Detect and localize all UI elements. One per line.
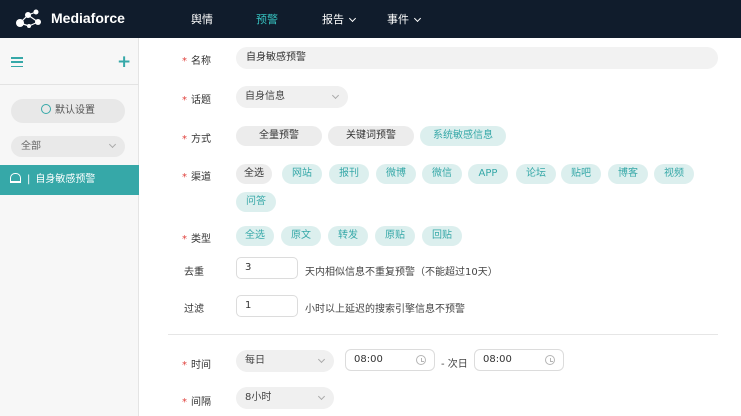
nav-item-label: 报告 <box>322 13 344 26</box>
name-label-text: 名称 <box>191 56 211 67</box>
add-icon[interactable]: + <box>117 54 131 71</box>
required-mark: * <box>182 134 187 145</box>
default-settings-label: 默认设置 <box>55 105 95 116</box>
sidebar-filter-value: 全部 <box>21 141 41 152</box>
chevron-down-icon <box>348 14 357 23</box>
sidebar-filter-select[interactable]: 全部 <box>11 136 125 157</box>
required-mark: * <box>182 95 187 106</box>
end-time-picker[interactable]: 08:00 <box>474 349 564 371</box>
type-option-repost[interactable]: 转发 <box>328 226 368 246</box>
nav-item-label: 舆情 <box>191 13 213 26</box>
end-time-value: 08:00 <box>483 354 512 365</box>
channel-option-website[interactable]: 网站 <box>282 164 322 184</box>
chevron-down-icon <box>108 140 117 149</box>
chevron-down-icon <box>317 355 326 364</box>
type-label-text: 类型 <box>191 234 211 245</box>
mediaforce-logo-icon[interactable] <box>14 8 44 30</box>
channel-option-video[interactable]: 视频 <box>654 164 694 184</box>
default-settings-button[interactable]: 默认设置 <box>11 99 125 123</box>
chevron-down-icon <box>317 392 326 401</box>
filter-label: 过滤 <box>184 304 204 315</box>
clock-icon <box>416 355 426 365</box>
nav-item-yujing[interactable]: 预警 <box>256 11 278 27</box>
method-option-system-sensitive[interactable]: 系统敏感信息 <box>420 126 506 146</box>
interval-value: 8小时 <box>245 392 272 403</box>
channel-option-forum[interactable]: 论坛 <box>516 164 556 184</box>
interval-select[interactable]: 8小时 <box>236 387 334 409</box>
required-mark: * <box>182 397 187 408</box>
type-option-original[interactable]: 原文 <box>281 226 321 246</box>
alert-settings-form: * 名称 自身敏感预警 * 话题 自身信息 * 方式 全量预警 关键词预警 系统敏感信… <box>140 38 741 416</box>
time-frequency-select[interactable]: 每日 <box>236 350 334 372</box>
chevron-down-icon <box>331 91 340 100</box>
channel-option-qa[interactable]: 问答 <box>236 192 276 212</box>
channel-option-tieba[interactable]: 贴吧 <box>561 164 601 184</box>
time-label-text: 时间 <box>191 360 211 371</box>
start-time-picker[interactable]: 08:00 <box>345 349 435 371</box>
nav-item-baogao[interactable]: 报告 <box>322 11 357 27</box>
nav-item-label: 事件 <box>387 13 409 26</box>
topic-select-value: 自身信息 <box>245 91 285 102</box>
name-input[interactable]: 自身敏感预警 <box>236 47 718 69</box>
chevron-down-icon <box>413 14 422 23</box>
dedupe-days-input[interactable]: 3 <box>236 257 298 279</box>
interval-label-text: 间隔 <box>191 397 211 408</box>
sidebar-item-label: 自身敏感预警 <box>35 174 96 185</box>
required-mark: * <box>182 234 187 245</box>
type-label: * 类型 <box>182 230 211 245</box>
method-option-full[interactable]: 全量预警 <box>236 126 322 146</box>
sidebar: + 默认设置 全部 | 自身敏感预警 <box>0 38 139 416</box>
channel-option-weibo[interactable]: 微博 <box>376 164 416 184</box>
topic-select[interactable]: 自身信息 <box>236 86 348 108</box>
nav-item-label: 预警 <box>256 13 278 26</box>
dedupe-label: 去重 <box>184 267 204 278</box>
channel-option-blog[interactable]: 博客 <box>608 164 648 184</box>
method-label-text: 方式 <box>191 134 211 145</box>
channel-option-app[interactable]: APP <box>468 164 508 184</box>
channel-option-all[interactable]: 全选 <box>236 164 272 184</box>
nav-item-yuqing[interactable]: 舆情 <box>191 11 213 27</box>
name-label: * 名称 <box>182 52 211 67</box>
required-mark: * <box>182 172 187 183</box>
channel-label: * 渠道 <box>182 168 211 183</box>
gear-icon <box>41 104 51 114</box>
hamburger-menu-icon[interactable] <box>11 57 23 68</box>
method-option-keyword[interactable]: 关键词预警 <box>328 126 414 146</box>
alarm-icon <box>10 173 21 183</box>
method-label: * 方式 <box>182 130 211 145</box>
required-mark: * <box>182 56 187 67</box>
sidebar-divider <box>0 84 139 85</box>
brand-name[interactable]: Mediaforce <box>51 10 125 26</box>
interval-label: * 间隔 <box>182 393 211 408</box>
section-divider <box>168 334 718 335</box>
separator: | <box>27 174 31 185</box>
channel-option-wechat[interactable]: 微信 <box>422 164 462 184</box>
start-time-value: 08:00 <box>354 354 383 365</box>
sidebar-item-self-sensitive-alert[interactable]: | 自身敏感预警 <box>0 165 139 195</box>
filter-hours-input[interactable]: 1 <box>236 295 298 317</box>
type-option-reply[interactable]: 回贴 <box>422 226 462 246</box>
top-navigation-bar: Mediaforce 舆情 预警 报告 事件 <box>0 0 741 38</box>
clock-icon <box>545 355 555 365</box>
filter-note: 小时以上延迟的搜索引擎信息不预警 <box>305 304 465 315</box>
required-mark: * <box>182 360 187 371</box>
time-frequency-value: 每日 <box>245 355 265 366</box>
topic-label: * 话题 <box>182 91 211 106</box>
topic-label-text: 话题 <box>191 95 211 106</box>
next-day-label: - 次日 <box>441 359 468 370</box>
time-label: * 时间 <box>182 356 211 371</box>
channel-label-text: 渠道 <box>191 172 211 183</box>
type-option-all[interactable]: 全选 <box>236 226 274 246</box>
dedupe-note: 天内相似信息不重复预警（不能超过10天） <box>305 267 498 278</box>
channel-option-newspaper[interactable]: 报刊 <box>329 164 369 184</box>
nav-item-shijian[interactable]: 事件 <box>387 11 422 27</box>
type-option-original-post[interactable]: 原贴 <box>375 226 415 246</box>
